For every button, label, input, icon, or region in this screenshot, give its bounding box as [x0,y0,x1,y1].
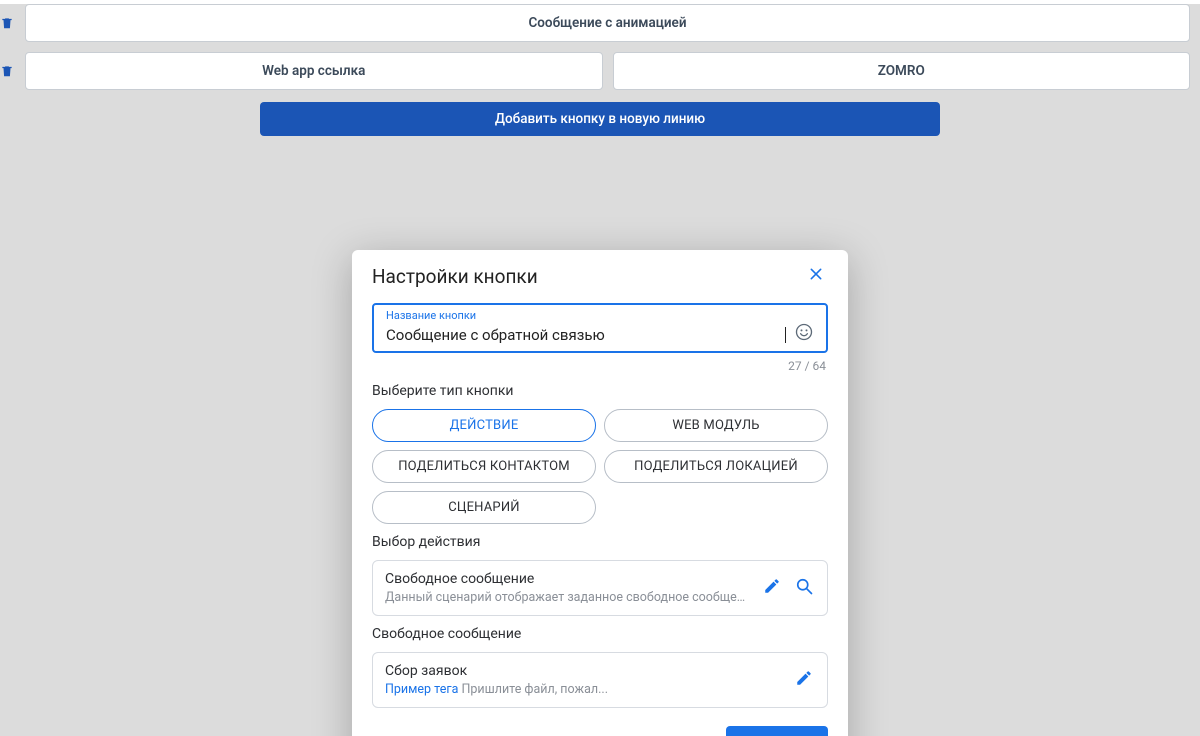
text-caret [784,324,786,343]
action-search-button[interactable] [793,576,815,601]
free-message-sub: Пример тега Пришлите файл, пожал... [385,682,783,697]
pencil-icon [763,577,781,595]
trash-icon [0,16,14,30]
page-root: Сообщение с анимацией Web app ссылка ZOM… [0,4,1200,736]
submit-button[interactable]: Изменить [726,726,828,736]
type-option-share-contact[interactable]: ПОДЕЛИТЬСЯ КОНТАКТОМ [372,450,596,483]
search-icon [794,576,814,596]
button-bar-animation[interactable]: Сообщение с анимацией [25,4,1190,42]
action-card[interactable]: Свободное сообщение Данный сценарий отоб… [372,560,828,616]
button-name-field[interactable]: Название кнопки Сообщение с обратной свя… [372,303,828,353]
char-counter: 27 / 64 [372,359,828,373]
modal-footer: Удалить Закрыть Изменить [372,726,828,736]
smiley-icon [794,322,814,342]
button-type-label: Выберите тип кнопки [372,383,828,399]
background-editor: Сообщение с анимацией Web app ссылка ZOM… [0,4,1200,136]
tag-label: Пример тега [385,682,458,697]
button-settings-modal: Настройки кнопки Название кнопки Сообщен… [352,250,848,736]
button-bar-zomro[interactable]: ZOMRO [613,52,1191,90]
modal-close-button[interactable] [804,264,828,289]
free-message-title: Сбор заявок [385,663,783,679]
free-message-label: Свободное сообщение [372,626,828,642]
button-name-input[interactable]: Сообщение с обратной связью [386,324,784,344]
close-icon [808,266,824,282]
row2-drag-handle[interactable] [0,52,25,90]
action-select-label: Выбор действия [372,534,828,550]
add-button-new-line[interactable]: Добавить кнопку в новую линию [260,102,940,136]
button-bar-webapp[interactable]: Web app ссылка [25,52,603,90]
close-button[interactable]: Закрыть [639,727,705,736]
free-message-card[interactable]: Сбор заявок Пример тега Пришлите файл, п… [372,652,828,708]
type-option-scenario[interactable]: СЦЕНАРИЙ [372,491,596,524]
trash-icon [0,64,14,78]
action-card-sub: Данный сценарий отображает заданное своб… [385,590,751,605]
delete-button[interactable]: Удалить [554,727,617,736]
button-name-label: Название кнопки [386,309,816,322]
modal-title: Настройки кнопки [372,265,538,288]
action-edit-button[interactable] [761,577,783,600]
type-option-web-module[interactable]: WEB МОДУЛЬ [604,409,828,442]
button-type-group: ДЕЙСТВИЕ WEB МОДУЛЬ ПОДЕЛИТЬСЯ КОНТАКТОМ… [372,409,828,524]
action-card-title: Свободное сообщение [385,571,751,587]
free-message-edit-button[interactable] [793,669,815,692]
tag-rest: Пришлите файл, пожал... [458,682,608,697]
type-option-action[interactable]: ДЕЙСТВИЕ [372,409,596,442]
type-option-share-location[interactable]: ПОДЕЛИТЬСЯ ЛОКАЦИЕЙ [604,450,828,483]
pencil-icon [795,669,813,687]
row1-drag-handle[interactable] [0,4,25,42]
emoji-picker-button[interactable] [794,322,816,345]
